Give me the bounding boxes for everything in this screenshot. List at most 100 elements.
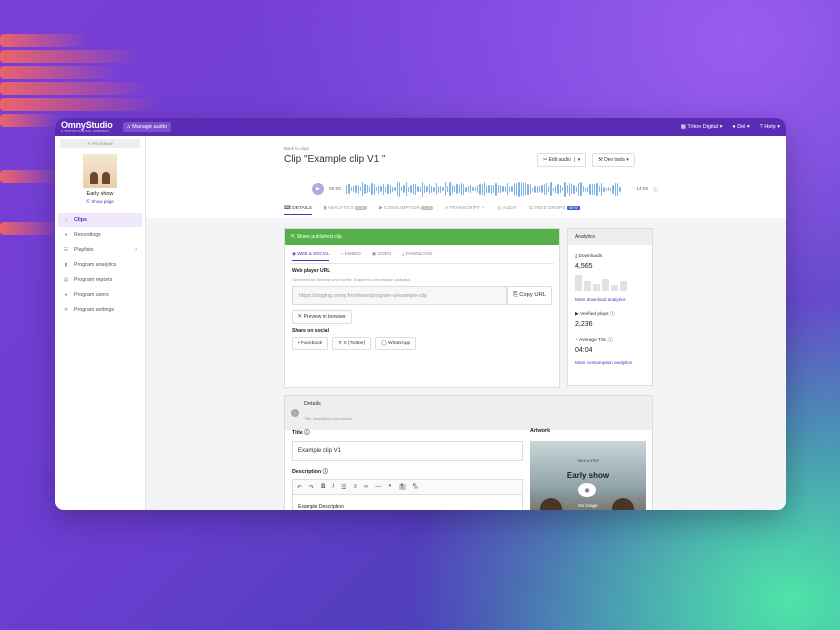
- info-icon[interactable]: ⓘ: [653, 186, 658, 193]
- twitter-button[interactable]: ✕ X (Twitter): [332, 337, 372, 350]
- waveform-bar: [589, 183, 591, 195]
- waveform-bar: [506, 183, 509, 195]
- manage-audio-button[interactable]: ♫ Manage audio: [122, 122, 172, 132]
- help-menu[interactable]: ? Help ▾: [760, 124, 780, 130]
- waveform[interactable]: [346, 181, 631, 197]
- waveform-bar: [483, 182, 486, 196]
- facebook-button[interactable]: ▪ Facebook: [292, 337, 329, 350]
- waveform-bar: [362, 182, 364, 196]
- bold-icon[interactable]: B: [321, 484, 325, 490]
- quote-icon[interactable]: ❞: [388, 484, 391, 491]
- waveform-bar: [564, 181, 566, 197]
- sidebar-item-program-analytics[interactable]: ▮ Program analytics: [58, 258, 142, 272]
- tab-analytics[interactable]: ▮ ANALYTICS 4.5K: [324, 206, 368, 215]
- waveform-bar: [479, 183, 481, 195]
- tab-audit[interactable]: ◎ AUDIT: [497, 206, 517, 215]
- current-time: 00:00: [329, 186, 342, 192]
- downloads-label: ⤓ Downloads: [575, 254, 603, 259]
- tab-details[interactable]: ⌨ DETAILS: [284, 206, 312, 215]
- tab-feed-drops[interactable]: ⇆ FEED DROPS NEW: [529, 206, 580, 215]
- waveform-bar: [364, 184, 366, 194]
- sidebar-item-recordings[interactable]: ● Recordings: [58, 228, 142, 242]
- waveform-bar: [394, 187, 396, 191]
- waveform-bar: [490, 184, 493, 194]
- list-icon: ☰: [63, 247, 69, 253]
- waveform-bar: [476, 185, 479, 193]
- logo[interactable]: OmnyStudio A TRITON DIGITAL COMPANY: [61, 121, 113, 133]
- waveform-bar: [352, 186, 355, 192]
- waveform-bar: [355, 185, 357, 193]
- waveform-bar: [509, 186, 511, 192]
- waveform-bar: [515, 182, 518, 196]
- tab-transcript[interactable]: ≡ TRANSCRIPT ✓: [445, 206, 485, 215]
- waveform-bar: [532, 187, 534, 191]
- waveform-bar: [591, 183, 594, 195]
- sidebar-item-program-settings[interactable]: ✲ Program settings: [58, 303, 142, 317]
- show-page-link[interactable]: ⇱ Show page: [58, 199, 142, 205]
- redo-icon[interactable]: ↷: [309, 484, 314, 491]
- undo-icon[interactable]: ↶: [297, 484, 302, 491]
- waveform-bar: [571, 184, 573, 194]
- edit-audio-button[interactable]: ✂ Edit audio | ▾: [537, 153, 587, 167]
- user-menu[interactable]: ● Del ▾: [732, 124, 749, 130]
- share-header: ⇱ Share published clip: [285, 229, 559, 245]
- title-input[interactable]: Example clip V1: [292, 441, 523, 461]
- download-analytics-link[interactable]: More download analytics: [575, 297, 645, 302]
- waveform-bar: [396, 182, 398, 196]
- average-tsl-label: ◔ Average TSL ⓘ: [575, 338, 613, 343]
- bullet-list-icon[interactable]: ☰: [341, 484, 346, 491]
- artwork-image[interactable]: TAKE A STEP Early show ◉ No image: [530, 441, 646, 510]
- tab-video[interactable]: ▣ VIDEO: [372, 251, 392, 261]
- sidebar-item-program-users[interactable]: ● Program users: [58, 288, 142, 302]
- description-editor[interactable]: Example Description: [292, 494, 523, 510]
- waveform-bar: [403, 185, 405, 193]
- music-icon: ♫: [64, 217, 68, 223]
- link-icon[interactable]: ∞: [364, 484, 368, 490]
- app-window: OmnyStudio A TRITON DIGITAL COMPANY ♫ Man…: [55, 118, 786, 510]
- tab-consumption[interactable]: ▶ CONSUMPTION 2.2K: [379, 206, 434, 215]
- camera-icon[interactable]: ◉: [578, 483, 596, 497]
- url-field[interactable]: https://staging.omny.fm/shows/program-a/…: [292, 286, 507, 305]
- tab-embed[interactable]: ‹› EMBED: [340, 251, 360, 261]
- waveform-bar: [559, 185, 561, 193]
- preview-button[interactable]: ⇱ Preview in browser: [292, 310, 352, 324]
- waveform-bar: [470, 185, 472, 193]
- details-panel: − Details Title, description and artwork …: [284, 395, 653, 510]
- tab-download[interactable]: ⤓ DOWNLOAD: [402, 251, 432, 261]
- dev-tools-button[interactable]: ⚒ Dev tools ▾: [592, 153, 635, 167]
- hr-icon[interactable]: —: [375, 484, 381, 490]
- waveform-bar: [541, 185, 543, 193]
- waveform-bar: [600, 182, 603, 196]
- numbered-list-icon[interactable]: ≡: [353, 484, 357, 490]
- consumption-analytics-link[interactable]: More consumption analytics: [575, 360, 645, 365]
- org-menu[interactable]: ▦ Triton Digital ▾: [681, 124, 723, 130]
- waveform-bar: [346, 184, 348, 194]
- waveform-bar: [543, 183, 545, 195]
- waveform-bar: [472, 187, 474, 191]
- waveform-bar: [348, 184, 350, 194]
- waveform-bar: [538, 186, 541, 192]
- program-cover: [83, 154, 117, 188]
- sidebar-item-clips[interactable]: ♫ Clips: [58, 213, 142, 227]
- waveform-bar: [575, 186, 577, 192]
- waveform-bar: [375, 187, 378, 191]
- copy-url-button[interactable]: ⎘ Copy URL: [507, 286, 552, 305]
- waveform-bar: [534, 185, 536, 193]
- waveform-bar: [449, 182, 451, 196]
- whatsapp-button[interactable]: ◯ WhatsApp: [375, 337, 417, 350]
- format-icon[interactable]: ¶: [398, 484, 406, 490]
- waveform-bar: [350, 187, 352, 191]
- sidebar-item-program-reports[interactable]: ▤ Program reports: [58, 273, 142, 287]
- italic-icon[interactable]: I: [332, 484, 334, 490]
- artwork-label: Artwork: [530, 428, 551, 434]
- play-icon[interactable]: ▶: [312, 183, 324, 195]
- back-link[interactable]: Back to clips: [284, 146, 786, 151]
- tab-web-social[interactable]: ◉ WEB & SOCIAL: [292, 251, 330, 261]
- waveform-bar: [460, 183, 463, 195]
- editor-toolbar: ↶ ↷ B I ☰ ≡ ∞ — ❞ ¶ ¶ₓ: [292, 479, 523, 494]
- details-header[interactable]: − Details Title, description and artwork: [285, 396, 652, 430]
- clear-format-icon[interactable]: ¶ₓ: [413, 484, 418, 490]
- sidebar-item-playlists[interactable]: ☰ Playlists ›: [58, 243, 142, 257]
- analytics-header: Analytics: [568, 229, 652, 245]
- audio-player: ▶ 00:00 14:00 ⓘ: [312, 181, 658, 197]
